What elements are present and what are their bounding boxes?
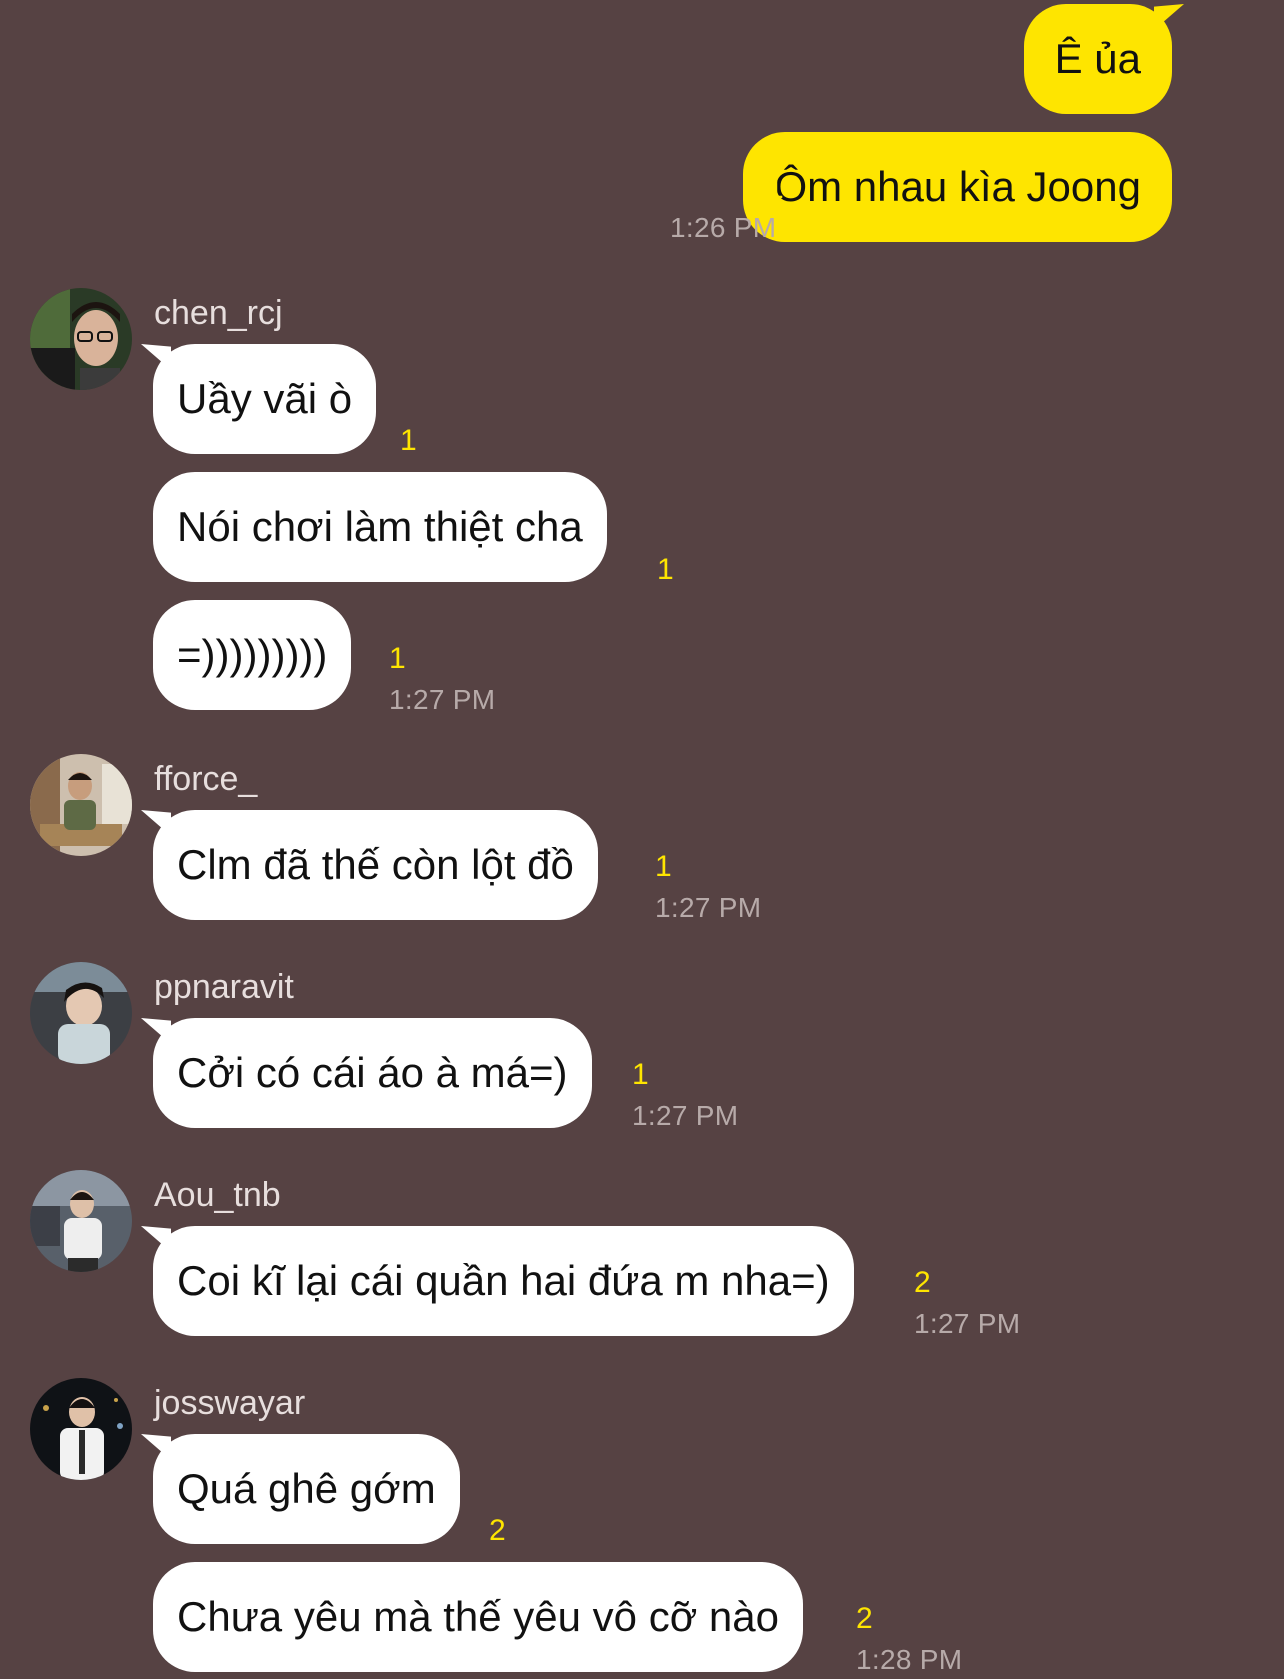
- incoming-message-bubble[interactable]: Coi kĩ lại cái quần hai đứa m nha=): [141, 1226, 854, 1336]
- incoming-message-bubble[interactable]: Cởi có cái áo à má=): [141, 1018, 592, 1128]
- unread-count: 1: [400, 424, 417, 457]
- incoming-message-bubble[interactable]: Uầy vãi ò: [141, 344, 377, 454]
- message-text: Ê ủa: [1054, 35, 1141, 82]
- incoming-message-bubble[interactable]: Nói chơi làm thiệt cha: [153, 472, 607, 582]
- incoming-message-bubble[interactable]: =))))))))): [153, 600, 352, 710]
- unread-count: 1: [767, 172, 784, 205]
- bubble-tail: [141, 344, 171, 370]
- unread-count: 1: [632, 1058, 649, 1091]
- bubble-tail: [1154, 4, 1184, 30]
- message-timestamp: 1:27 PM: [389, 684, 496, 715]
- message-timestamp: 1:26 PM: [670, 212, 777, 243]
- outgoing-message-bubble[interactable]: Ôm nhau kìa Joong: [743, 132, 1172, 242]
- unread-count: 2: [914, 1266, 931, 1299]
- sender-name: Aou_tnb: [154, 1176, 281, 1214]
- message-text: Quá ghê gớm: [177, 1465, 436, 1512]
- incoming-message-bubble[interactable]: Chưa yêu mà thế yêu vô cỡ nào: [153, 1562, 803, 1672]
- message-text: Cởi có cái áo à má=): [177, 1049, 568, 1096]
- unread-count: 2: [489, 1514, 506, 1547]
- message-text: Uầy vãi ò: [177, 375, 353, 422]
- incoming-message-bubble[interactable]: Clm đã thế còn lột đồ: [141, 810, 598, 920]
- message-text: Clm đã thế còn lột đồ: [177, 841, 574, 888]
- bubble-tail: [141, 1226, 171, 1252]
- avatar[interactable]: [30, 1378, 132, 1480]
- unread-count: 2: [856, 1602, 873, 1635]
- message-timestamp: 1:28 PM: [856, 1644, 963, 1675]
- message-text: Ôm nhau kìa Joong: [774, 163, 1141, 210]
- sender-name: fforce_: [154, 760, 258, 798]
- bubble-tail: [141, 1018, 171, 1044]
- unread-count: 1: [657, 553, 674, 586]
- bubble-tail: [141, 1434, 171, 1460]
- avatar[interactable]: [30, 754, 132, 856]
- sender-name: chen_rcj: [154, 294, 283, 332]
- message-text: =))))))))): [177, 631, 328, 678]
- unread-count: 1: [1076, 79, 1093, 112]
- unread-count: 1: [655, 850, 672, 883]
- outgoing-message-bubble[interactable]: Ê ủa: [1023, 4, 1184, 114]
- chat-thread[interactable]: Ê ủa 1 Ôm nhau kìa Joong 1 1:26 PM chen_…: [0, 0, 1284, 1679]
- message-timestamp: 1:27 PM: [914, 1308, 1021, 1339]
- message-timestamp: 1:27 PM: [655, 892, 762, 923]
- sender-name: josswayar: [154, 1384, 306, 1422]
- avatar[interactable]: [30, 962, 132, 1064]
- sender-name: ppnaravit: [154, 968, 294, 1006]
- message-text: Coi kĩ lại cái quần hai đứa m nha=): [177, 1257, 830, 1304]
- avatar[interactable]: [30, 1170, 132, 1272]
- message-timestamp: 1:27 PM: [632, 1100, 739, 1131]
- message-text: Nói chơi làm thiệt cha: [177, 503, 583, 550]
- bubble-tail: [141, 810, 171, 836]
- unread-count: 1: [389, 642, 406, 675]
- avatar[interactable]: [30, 288, 132, 390]
- message-text: Chưa yêu mà thế yêu vô cỡ nào: [177, 1593, 779, 1640]
- incoming-message-bubble[interactable]: Quá ghê gớm: [141, 1434, 460, 1544]
